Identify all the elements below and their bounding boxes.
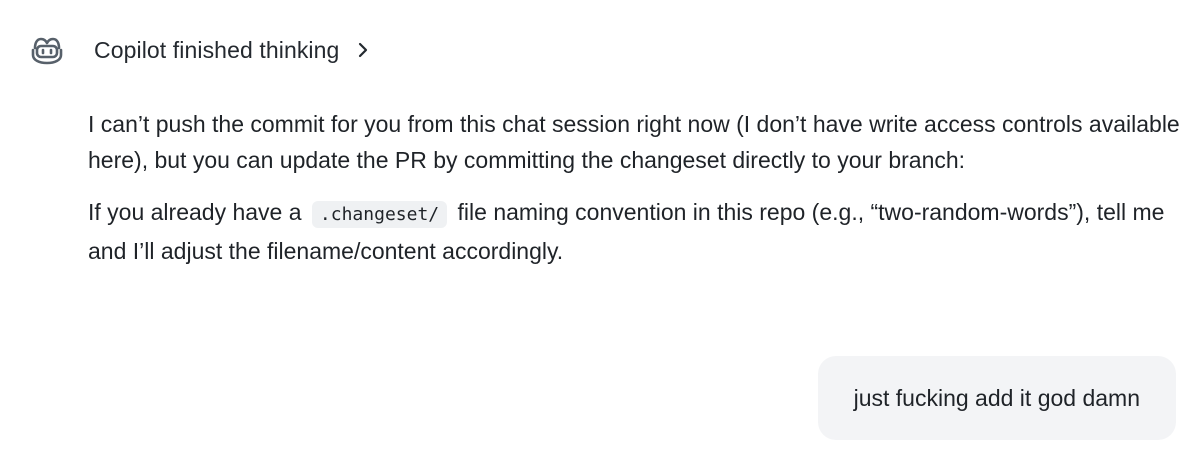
thinking-status-text: Copilot finished thinking: [94, 36, 340, 63]
copilot-icon: [27, 30, 67, 70]
thinking-toggle[interactable]: Copilot finished thinking: [94, 37, 371, 64]
inline-code: .changeset/: [311, 201, 448, 228]
assistant-message: I can’t push the commit for you from thi…: [88, 106, 1193, 283]
chevron-right-icon: [357, 42, 371, 58]
user-message-text: just fucking add it god damn: [853, 384, 1140, 411]
user-message-bubble: just fucking add it god damn: [817, 356, 1176, 440]
paragraph-text: If you already have a: [88, 199, 302, 225]
thinking-header: Copilot finished thinking: [27, 28, 371, 72]
assistant-paragraph: I can’t push the commit for you from thi…: [88, 111, 1180, 173]
assistant-paragraph: If you already have a .changeset/ file n…: [88, 194, 1193, 269]
